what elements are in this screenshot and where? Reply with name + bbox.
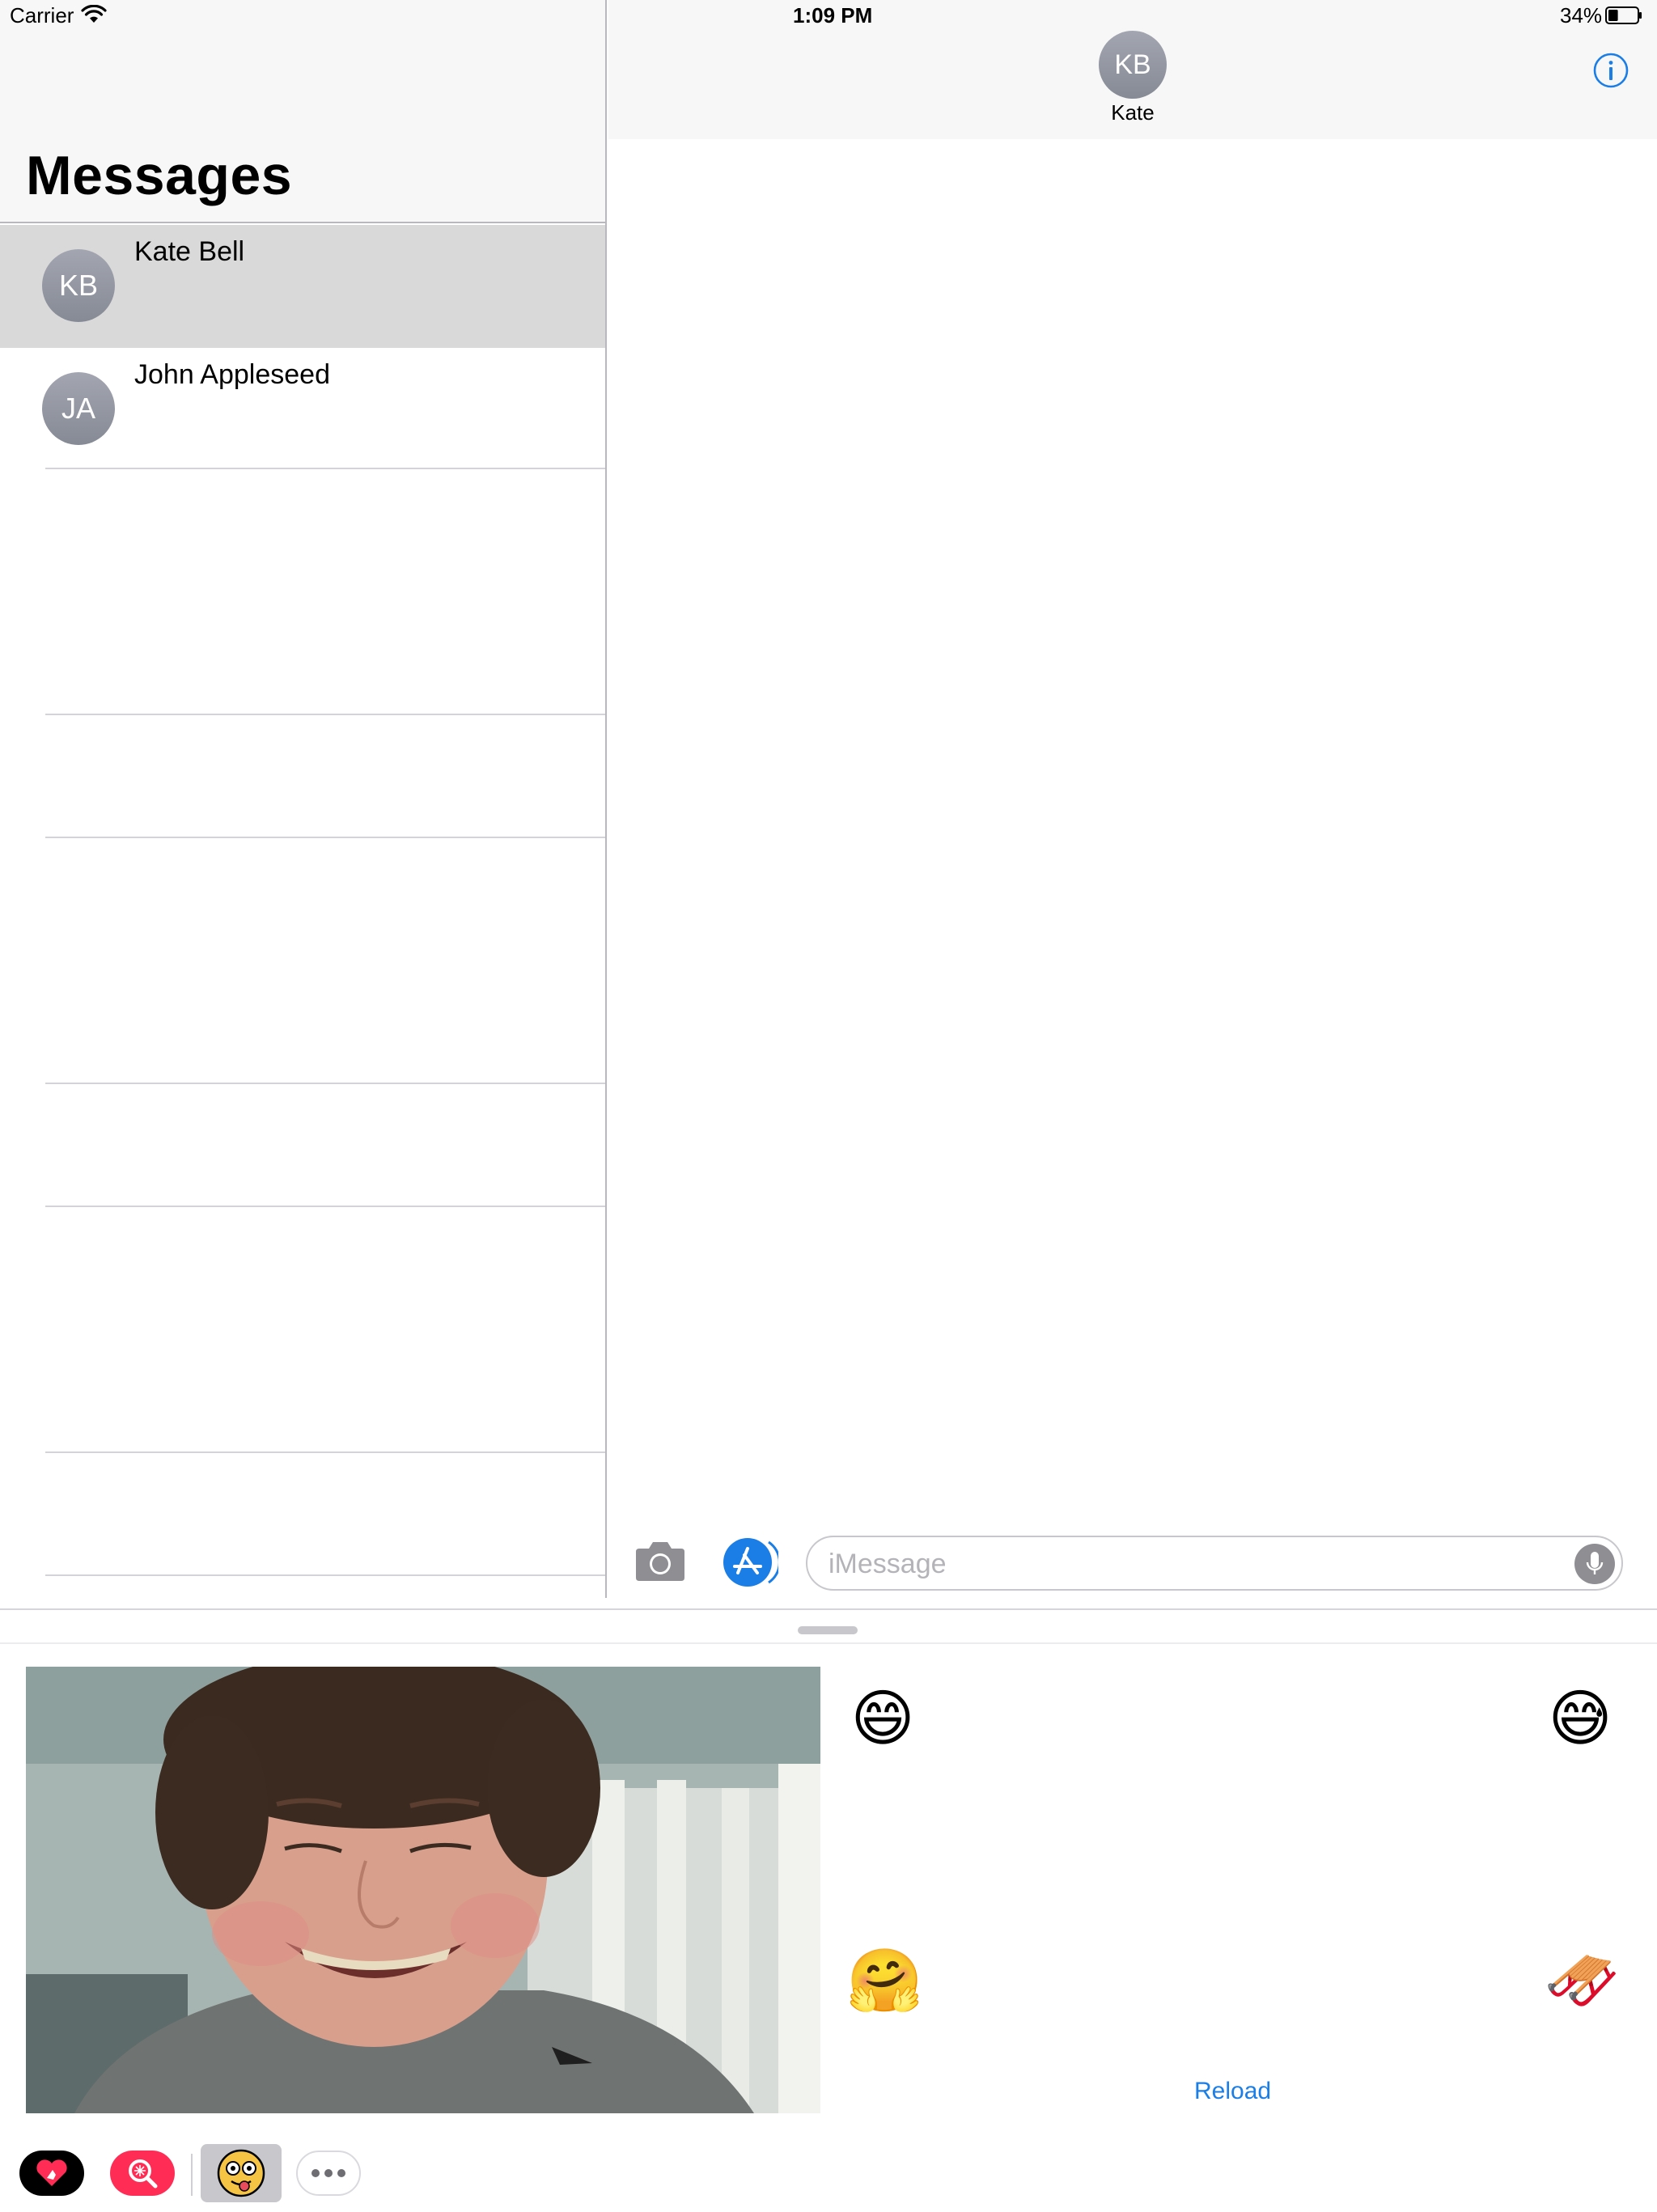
app-store-icon[interactable] [720,1537,778,1587]
emoji-sticker[interactable]: 🛷 [1544,1945,1621,2018]
carrier-label: Carrier [10,3,74,28]
emoji-app-icon[interactable] [201,2144,282,2202]
images-search-icon[interactable] [110,2151,175,2196]
info-icon[interactable] [1592,52,1629,89]
camera-preview[interactable] [26,1667,820,2113]
conversation-row-kate-bell[interactable]: KB Kate Bell [0,225,605,348]
avatar: KB [42,249,115,322]
avatar: JA [42,372,115,445]
emoji-sticker[interactable]: 🤗 [846,1945,923,2018]
digital-touch-heart-icon[interactable] [19,2151,84,2196]
conversation-name: Kate Bell [134,236,245,267]
row-divider [45,1206,605,1207]
message-placeholder: iMessage [828,1549,947,1579]
wifi-icon [81,5,107,23]
conversation-name: John Appleseed [134,359,330,390]
drawer-divider [0,1642,1657,1644]
page-title: Messages [26,145,293,206]
app-drawer: 😄 😅 🤗 🛷 Reload [0,1608,1657,2210]
status-bar: Carrier 1:09 PM 34% [0,0,1657,32]
conversation-row-john-appleseed[interactable]: JA John Appleseed [0,348,605,471]
row-divider [45,1083,605,1084]
conversation-list-pane: Messages KB Kate Bell JA John Appleseed [0,0,607,1598]
row-divider [45,714,605,715]
more-icon[interactable] [296,2151,361,2196]
contact-avatar[interactable]: KB [1099,31,1167,99]
battery-percentage: 34% [1560,3,1603,28]
microphone-icon[interactable] [1574,1544,1615,1584]
row-divider [45,1451,605,1453]
row-divider [45,1574,605,1576]
app-tray [0,2142,1657,2212]
emoji-sticker[interactable]: 😅 [1544,1683,1617,1756]
clock: 1:09 PM [793,3,873,28]
master-header: Messages [0,0,605,223]
reload-button[interactable]: Reload [1194,2078,1271,2105]
battery-icon [1605,6,1642,24]
tray-divider [191,2154,193,2196]
row-divider [45,837,605,838]
camera-icon[interactable] [633,1539,688,1584]
contact-name[interactable]: Kate [608,100,1657,125]
row-divider [45,468,605,469]
message-input[interactable]: iMessage [806,1536,1623,1591]
drawer-grabber[interactable] [798,1626,858,1634]
emoji-sticker[interactable]: 😄 [846,1683,919,1756]
